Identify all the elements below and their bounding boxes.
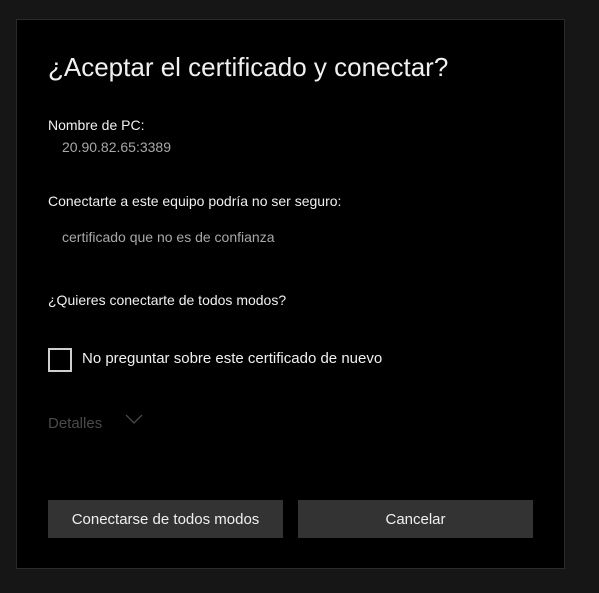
question-text: ¿Quieres conectarte de todos modos? xyxy=(48,292,287,308)
pc-name-label: Nombre de PC: xyxy=(48,117,145,133)
dialog-title: ¿Aceptar el certificado y conectar? xyxy=(48,52,449,82)
dont-ask-checkbox[interactable] xyxy=(48,348,72,372)
dont-ask-label[interactable]: No preguntar sobre este certificado de n… xyxy=(82,350,382,367)
certificate-dialog: ¿Aceptar el certificado y conectar? Nomb… xyxy=(16,19,565,569)
pc-name-value: 20.90.82.65:3389 xyxy=(62,139,171,155)
warning-value: certificado que no es de confianza xyxy=(62,229,275,245)
cancel-button[interactable]: Cancelar xyxy=(298,500,533,538)
details-toggle[interactable]: Detalles xyxy=(48,415,102,432)
connect-anyway-button[interactable]: Conectarse de todos modos xyxy=(48,500,283,538)
chevron-down-icon[interactable] xyxy=(125,412,143,426)
warning-label: Conectarte a este equipo podría no ser s… xyxy=(48,193,342,209)
